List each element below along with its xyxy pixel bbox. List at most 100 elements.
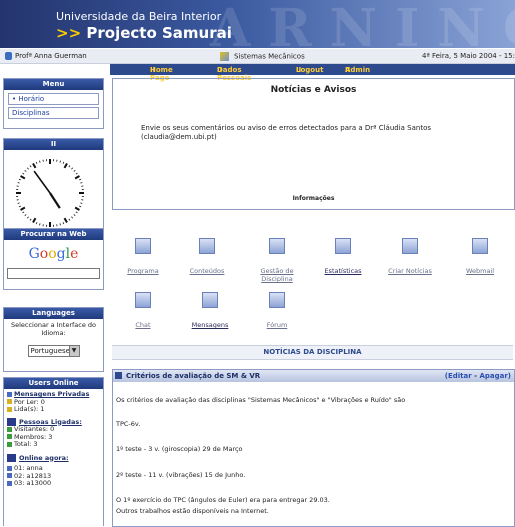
- tool-label: Conteúdos: [182, 267, 232, 275]
- tool-programa[interactable]: Programa: [118, 238, 168, 275]
- criteria-actions: (Editar - Apagar): [445, 372, 511, 380]
- banner-watermark: ARNING: [210, 0, 515, 48]
- criteria-line: 2º teste - 11 v. (vibrações) 15 de Junho…: [116, 471, 245, 479]
- envelope-icon: [7, 392, 12, 397]
- clock-minute-mark: [63, 162, 64, 164]
- clock-minute-mark: [39, 161, 40, 163]
- conteudos-icon: [199, 238, 215, 254]
- criteria-title: Critérios de avaliação de SM & VR: [126, 372, 260, 380]
- clock-minute-mark: [76, 212, 78, 213]
- clock-minute-mark: [69, 219, 70, 221]
- criteria-line: Os critérios de avaliação das disciplina…: [116, 396, 405, 404]
- clock-minute-mark: [27, 168, 28, 169]
- clock-minute-mark: [22, 173, 24, 174]
- tool-label: Chat: [118, 321, 168, 329]
- news-icon: [115, 372, 122, 379]
- clock-title: II: [4, 139, 103, 150]
- tool-gestao[interactable]: Gestão de Disciplina: [252, 238, 302, 283]
- clock-minute-mark: [18, 203, 20, 204]
- menu-item-disciplinas[interactable]: Disciplinas: [8, 107, 99, 119]
- read-icon: [7, 407, 12, 412]
- tool-label: Gestão de Disciplina: [252, 267, 302, 283]
- search-input[interactable]: [7, 268, 100, 279]
- member-icon: [7, 434, 12, 439]
- search-title: Procurar na Web: [4, 229, 103, 240]
- user-icon: [7, 466, 12, 471]
- tool-label: Mensagens: [185, 321, 235, 329]
- clock-minute-mark: [18, 182, 20, 183]
- clock-minute-mark: [19, 179, 21, 180]
- discipline-news-band: NOTÍCIAS DA DISCIPLINA: [112, 345, 513, 360]
- edit-link[interactable]: (Editar: [445, 372, 472, 380]
- clock-minute-mark: [69, 165, 70, 167]
- tool-label: Criar Notícias: [385, 267, 435, 275]
- tool-conteudos[interactable]: Conteúdos: [182, 238, 232, 275]
- tool-label: Fórum: [252, 321, 302, 329]
- tool-label: Webmail: [455, 267, 505, 275]
- web-search-box: Procurar na Web Google: [3, 228, 104, 290]
- clock-minute-mark: [79, 179, 81, 180]
- chevron-down-icon[interactable]: ▼: [69, 346, 79, 356]
- delete-link[interactable]: Apagar): [479, 372, 511, 380]
- language-select[interactable]: Portuguese ▼: [28, 345, 80, 357]
- current-date: 4ª Feira, 5 Maio 2004 - 15:: [422, 52, 515, 60]
- menu-box: Menu • Horário Disciplinas: [3, 78, 104, 129]
- clock-minute-mark: [79, 206, 81, 207]
- user-icon: [7, 481, 12, 486]
- clock-hour-mark: [33, 164, 36, 168]
- users-online-title: Users Online: [4, 378, 103, 389]
- menu-item-horario[interactable]: • Horário: [8, 93, 99, 105]
- programa-icon: [135, 238, 151, 254]
- total-count: Total: 3: [14, 440, 38, 448]
- project-arrow: >>: [56, 24, 81, 42]
- top-nav: II Home Page II Dados Pessoais II Logout…: [110, 64, 515, 75]
- university-name: Universidade da Beira Interior: [56, 10, 221, 23]
- tool-forum[interactable]: Fórum: [252, 292, 302, 329]
- language-selected: Portuguese: [31, 347, 70, 355]
- tool-mensagens[interactable]: Mensagens: [185, 292, 235, 329]
- online-now-title: Online agora:: [19, 454, 69, 462]
- clock-box: II: [3, 138, 104, 237]
- tool-criar-noticias[interactable]: Criar Notícias: [385, 238, 435, 275]
- news-card: Notícias e Avisos Envie os seus comentár…: [112, 78, 515, 210]
- clock-minute-mark: [25, 170, 26, 171]
- clock-minute-mark: [74, 214, 75, 215]
- webmail-icon: [472, 238, 488, 254]
- criteria-card: Critérios de avaliação de SM & VR (Edita…: [112, 369, 515, 527]
- chat-icon: [135, 292, 151, 308]
- criar-noticias-icon: [402, 238, 418, 254]
- clock-minute-mark: [36, 162, 37, 164]
- clock-minute-mark: [36, 222, 37, 224]
- news-info: Informações: [113, 195, 514, 202]
- clock-minute-mark: [25, 214, 26, 215]
- tool-label: Programa: [118, 267, 168, 275]
- clock-minute-mark: [60, 161, 61, 163]
- visitor-icon: [7, 427, 12, 432]
- news-title: Notícias e Avisos: [113, 85, 514, 95]
- clock-hour-mark: [65, 218, 68, 222]
- clock-minute-hand: [34, 171, 50, 193]
- clock-minute-mark: [71, 168, 72, 169]
- tool-chat[interactable]: Chat: [118, 292, 168, 329]
- clock-minute-mark: [74, 170, 75, 171]
- clock-minute-mark: [71, 217, 72, 218]
- clock-hour-mark: [21, 176, 25, 179]
- tool-webmail[interactable]: Webmail: [455, 238, 505, 275]
- tool-estatisticas[interactable]: Estatísticas: [318, 238, 368, 275]
- analog-clock: [7, 154, 93, 232]
- clock-hour-mark: [65, 164, 68, 168]
- user-icon: [7, 473, 12, 478]
- criteria-line: 1º teste - 3 v. (giroscopia) 29 de Março: [116, 445, 243, 453]
- online-user[interactable]: 03: a13000: [7, 480, 100, 488]
- clock-minute-mark: [60, 223, 61, 225]
- mensagens-icon: [202, 292, 218, 308]
- read-count: Lida(s): 1: [14, 405, 44, 413]
- current-course: Sistemas Mecânicos: [220, 52, 305, 61]
- clock-minute-mark: [80, 182, 82, 183]
- clock-minute-mark: [39, 223, 40, 225]
- user-icon: [5, 52, 12, 60]
- clock-hour-mark: [75, 208, 79, 211]
- user-name: Profª Anna Guerman: [15, 52, 87, 60]
- total-icon: [7, 442, 12, 447]
- menu-title: Menu: [4, 79, 103, 90]
